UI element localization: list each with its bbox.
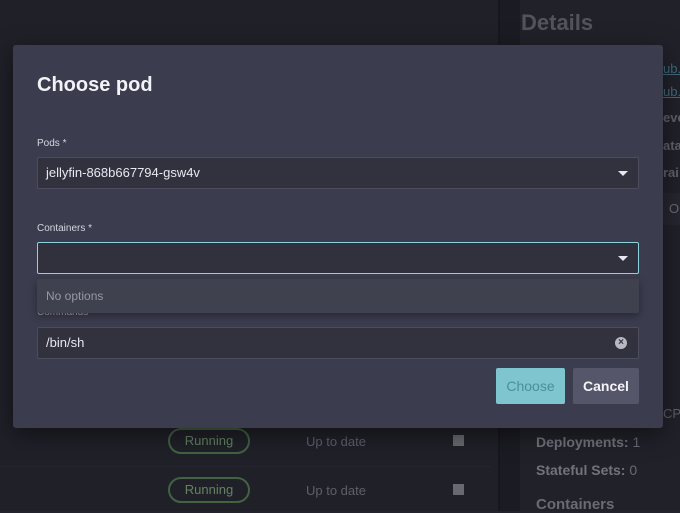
cancel-button[interactable]: Cancel <box>573 368 639 404</box>
clear-icon[interactable]: × <box>615 337 627 349</box>
pods-select-value: jellyfin-868b667794-gsw4v <box>46 165 200 180</box>
no-options-text: No options <box>46 289 104 303</box>
choose-button[interactable]: Choose <box>496 368 565 404</box>
commands-field-value[interactable]: /bin/sh <box>46 335 84 350</box>
containers-label: Containers * <box>37 223 93 234</box>
choose-pod-dialog: Choose pod Pods * jellyfin-868b667794-gs… <box>13 45 663 428</box>
chevron-down-icon[interactable] <box>618 256 628 261</box>
containers-dropdown-menu: No options <box>37 279 639 313</box>
dialog-title: Choose pod <box>37 74 153 96</box>
pods-select[interactable]: jellyfin-868b667794-gsw4v <box>37 157 639 189</box>
commands-field[interactable]: /bin/sh × <box>37 327 639 359</box>
pods-label: Pods * <box>37 138 67 149</box>
chevron-down-icon[interactable] <box>618 171 628 176</box>
containers-select[interactable] <box>37 242 639 274</box>
